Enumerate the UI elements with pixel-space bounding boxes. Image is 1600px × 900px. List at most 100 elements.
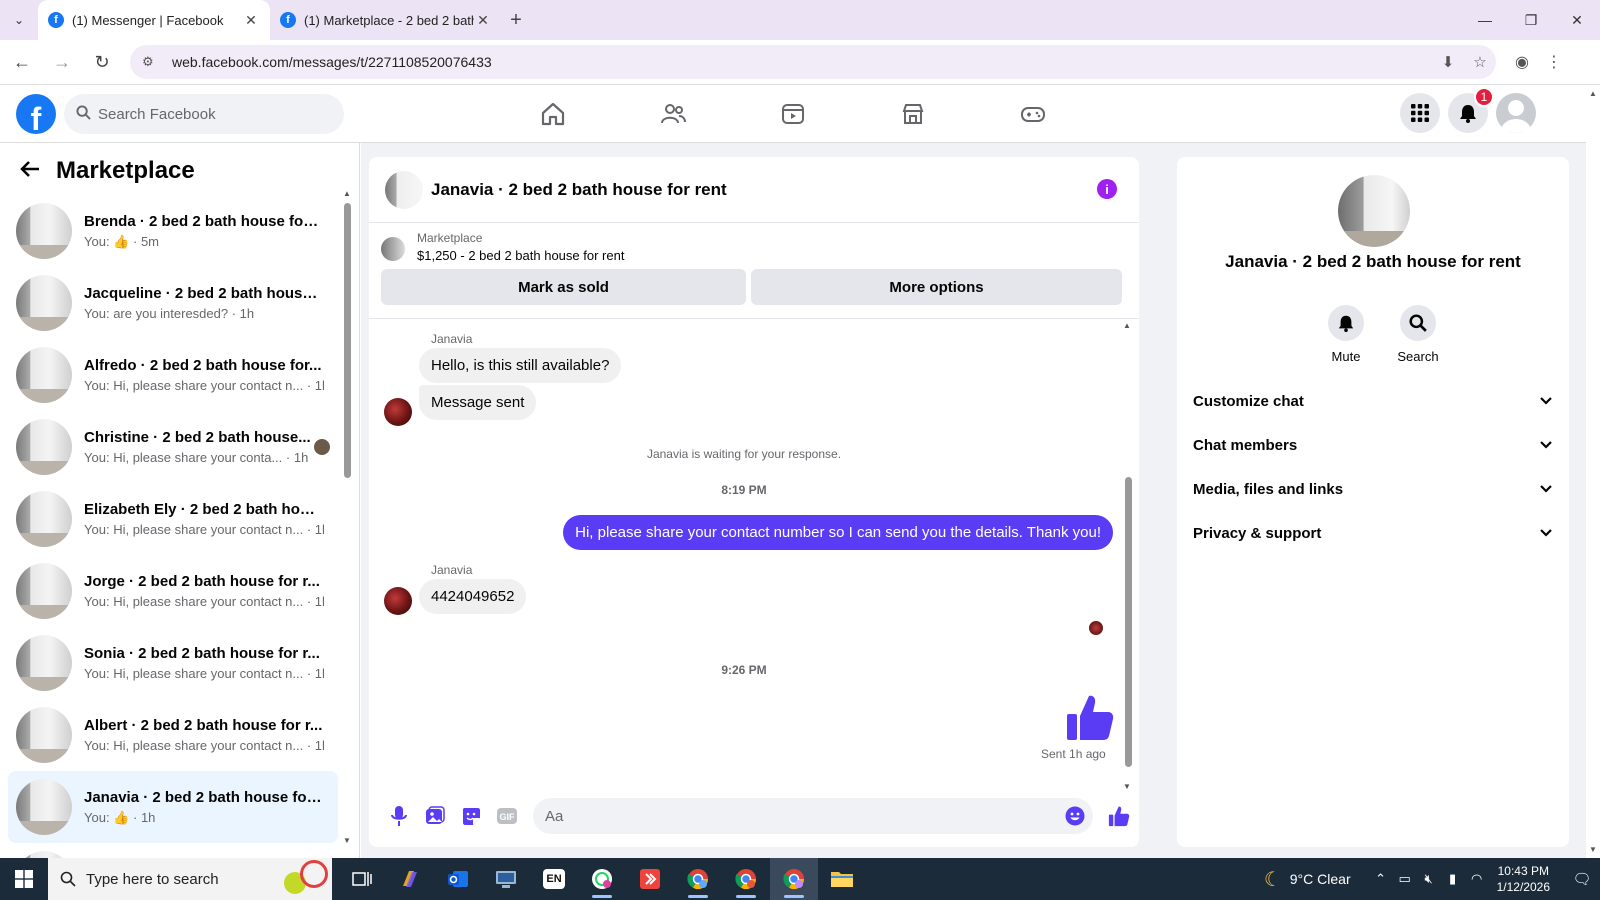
facebook-search-box[interactable]	[64, 94, 344, 134]
mute-button[interactable]: Mute	[1310, 305, 1382, 364]
taskbar-clock[interactable]: 10:43 PM 1/12/2026	[1497, 863, 1550, 895]
send-like-icon[interactable]	[1101, 798, 1137, 834]
video-nav-icon[interactable]	[733, 85, 853, 143]
restore-icon[interactable]: ❐	[1508, 0, 1554, 40]
friends-nav-icon[interactable]	[613, 85, 733, 143]
outlook-icon[interactable]	[434, 858, 482, 900]
weather-widget[interactable]: ☾ 9°C Clear	[1264, 867, 1351, 892]
message-input[interactable]	[545, 807, 1055, 825]
media-files-links-section[interactable]: Media, files and links	[1193, 467, 1553, 511]
marketplace-nav-icon[interactable]	[853, 85, 973, 143]
home-nav-icon[interactable]	[493, 85, 613, 143]
search-icon	[1400, 305, 1436, 341]
language-en-icon[interactable]: EN	[530, 858, 578, 900]
page-scrollbar[interactable]: ▲ ▼	[1586, 85, 1600, 858]
task-view-icon[interactable]	[338, 858, 386, 900]
url-bar[interactable]: ⚙ web.facebook.com/messages/t/2271108520…	[130, 45, 1496, 79]
tab-marketplace[interactable]: f (1) Marketplace - 2 bed 2 bath ✕	[270, 0, 502, 40]
battery-icon[interactable]: ▮	[1441, 871, 1465, 887]
tab-close-icon[interactable]: ✕	[242, 12, 260, 29]
tab-messenger[interactable]: f (1) Messenger | Facebook ✕	[38, 0, 270, 40]
conversation-list-scrollbar[interactable]: ▲ ▼	[342, 189, 352, 845]
browser-tab-bar: ⌄ f (1) Messenger | Facebook ✕ f (1) Mar…	[0, 0, 1600, 40]
incoming-message[interactable]: Message sent	[419, 385, 537, 420]
listing-title[interactable]: $1,250 - 2 bed 2 bath house for rent	[417, 248, 624, 263]
emoji-icon[interactable]	[1065, 806, 1085, 831]
reload-icon[interactable]: ↻	[84, 44, 120, 80]
listing-thumbnail[interactable]	[381, 237, 405, 261]
conversation-item[interactable]: Alfredo · 2 bed 2 bath house for... You:…	[8, 339, 338, 411]
conversation-item[interactable]	[8, 843, 338, 858]
conversation-item-selected[interactable]: Janavia · 2 bed 2 bath house for ... You…	[8, 771, 338, 843]
anydesk-icon[interactable]	[626, 858, 674, 900]
incoming-message[interactable]: 4424049652	[419, 579, 527, 614]
photo-icon[interactable]	[417, 798, 453, 834]
conversation-item[interactable]: Elizabeth Ely · 2 bed 2 bath hous... You…	[8, 483, 338, 555]
conversation-item[interactable]: Albert · 2 bed 2 bath house for r... You…	[8, 699, 338, 771]
gif-icon[interactable]: GIF	[489, 798, 525, 834]
facebook-logo-icon[interactable]: f	[16, 94, 56, 134]
microphone-icon[interactable]	[381, 798, 417, 834]
taskbar-search-input[interactable]	[86, 870, 256, 888]
tab-search-dropdown[interactable]: ⌄	[6, 7, 32, 33]
conversation-item[interactable]: Brenda · 2 bed 2 bath house for ... You:…	[8, 195, 338, 267]
message-input-box[interactable]	[533, 798, 1093, 834]
bookmark-star-icon[interactable]: ☆	[1464, 53, 1496, 71]
menu-grid-icon[interactable]	[1400, 93, 1440, 133]
incoming-message[interactable]: Hello, is this still available?	[419, 348, 622, 383]
chat-scrollbar[interactable]: ▲ ▼	[1123, 321, 1133, 791]
account-avatar[interactable]	[1496, 93, 1536, 133]
notification-center-icon[interactable]: 🗨︎	[1564, 870, 1600, 888]
minimize-icon[interactable]: —	[1462, 0, 1508, 40]
conversation-item[interactable]: Christine · 2 bed 2 bath house... You: H…	[8, 411, 338, 483]
conversation-item[interactable]: Jorge · 2 bed 2 bath house for r... You:…	[8, 555, 338, 627]
file-explorer-icon[interactable]	[818, 858, 866, 900]
site-settings-icon[interactable]: ⚙	[142, 54, 162, 70]
chrome-icon[interactable]	[722, 858, 770, 900]
browser-menu-icon[interactable]: ⋮	[1538, 52, 1570, 72]
tab-close-icon[interactable]: ✕	[474, 12, 492, 29]
thumbs-up-icon[interactable]	[1065, 692, 1115, 747]
conversation-item[interactable]: Sonia · 2 bed 2 bath house for r... You:…	[8, 627, 338, 699]
meet-icon[interactable]: ▭	[1393, 871, 1417, 887]
windows-start-icon[interactable]	[0, 858, 48, 900]
gaming-nav-icon[interactable]	[973, 85, 1093, 143]
chat-avatar[interactable]	[385, 170, 423, 209]
info-avatar[interactable]	[1338, 175, 1410, 247]
chat-title[interactable]: Janavia · 2 bed 2 bath house for rent	[431, 180, 727, 200]
forward-arrow-icon[interactable]: →	[44, 44, 80, 80]
outgoing-message[interactable]: Hi, please share your contact number so …	[563, 515, 1113, 550]
sender-avatar[interactable]	[384, 587, 412, 615]
chrome-icon[interactable]	[770, 858, 818, 900]
privacy-support-section[interactable]: Privacy & support	[1193, 511, 1553, 555]
volume-muted-icon[interactable]: 🔇︎	[1417, 871, 1441, 887]
sender-avatar[interactable]	[384, 398, 412, 426]
facebook-search-input[interactable]	[98, 105, 328, 123]
copilot-icon[interactable]	[386, 858, 434, 900]
customize-chat-section[interactable]: Customize chat	[1193, 379, 1553, 423]
mark-as-sold-button[interactable]: Mark as sold	[381, 269, 747, 305]
preview-time: 1h	[314, 522, 324, 537]
sticker-icon[interactable]	[453, 798, 489, 834]
new-tab-button[interactable]: +	[502, 9, 530, 32]
preview-prefix: You:	[84, 378, 110, 393]
back-arrow-icon[interactable]: ←	[4, 44, 40, 80]
wifi-icon[interactable]: ◠	[1465, 871, 1489, 887]
taskbar-search-box[interactable]	[48, 858, 332, 900]
chrome-icon[interactable]	[674, 858, 722, 900]
whatsapp-chrome-icon[interactable]	[578, 858, 626, 900]
conversation-info-icon[interactable]: i	[1097, 179, 1117, 199]
chat-members-section[interactable]: Chat members	[1193, 423, 1553, 467]
search-in-conversation-button[interactable]: Search	[1382, 305, 1454, 364]
computer-app-icon[interactable]	[482, 858, 530, 900]
install-app-icon[interactable]: ⬇	[1432, 53, 1464, 71]
preview-time: 1h	[314, 738, 324, 753]
conversation-thumbnail	[16, 851, 72, 858]
chevron-up-icon[interactable]: ⌃	[1369, 871, 1393, 887]
conversation-item[interactable]: Jacqueline · 2 bed 2 bath house ... You:…	[8, 267, 338, 339]
more-options-button[interactable]: More options	[751, 269, 1122, 305]
back-arrow-icon[interactable]	[20, 158, 40, 184]
close-window-icon[interactable]: ✕	[1554, 0, 1600, 40]
notifications-bell-icon[interactable]: 1	[1448, 87, 1494, 133]
profile-icon[interactable]: ◉	[1506, 52, 1538, 72]
